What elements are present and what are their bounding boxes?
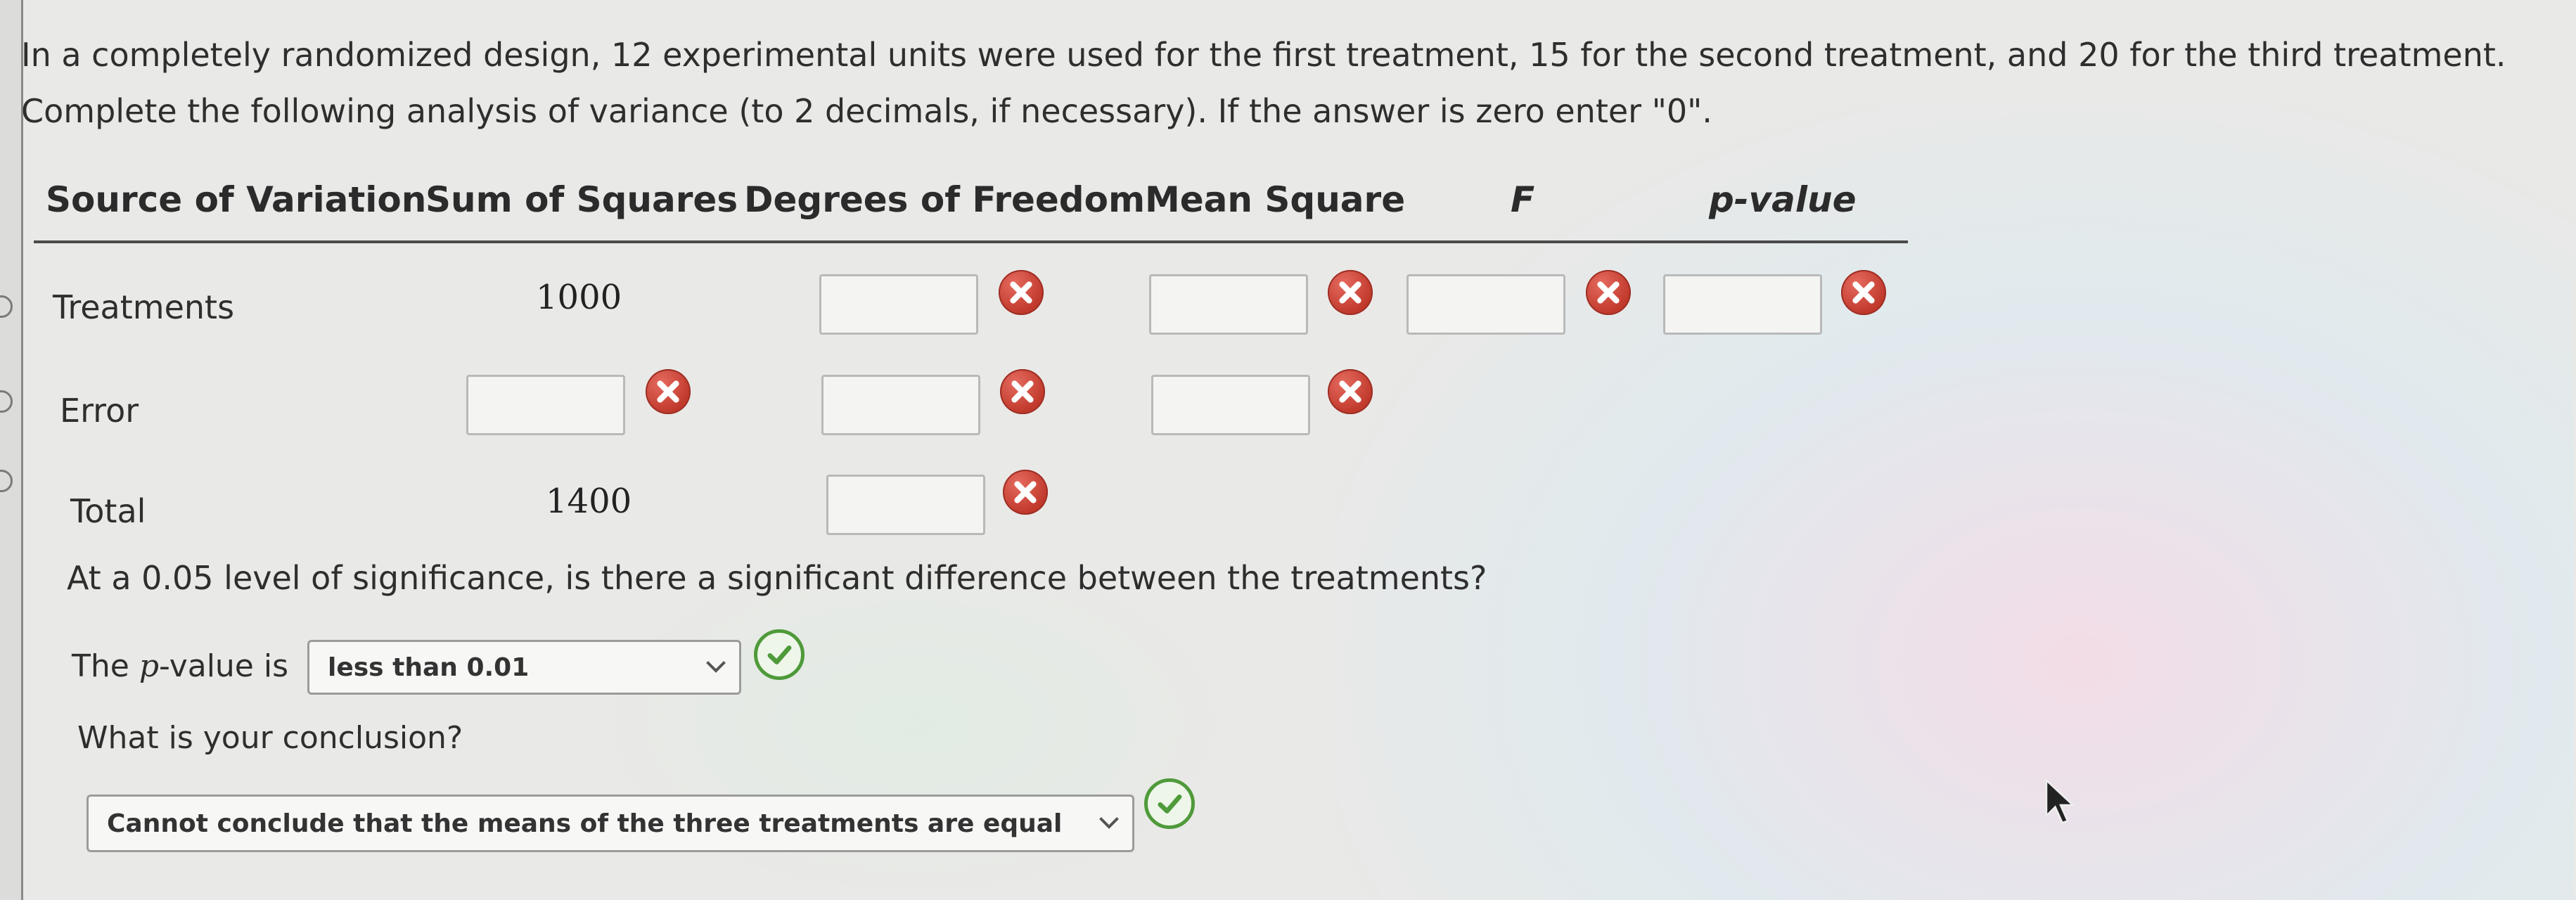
error-ss-input[interactable]	[466, 375, 625, 435]
check-icon	[754, 629, 805, 680]
header-source: Source of Variation	[46, 179, 427, 220]
treatments-ss-value: 1000	[536, 278, 622, 317]
p-value-label-suffix: -value is	[159, 648, 289, 684]
x-icon	[1328, 270, 1373, 315]
x-icon	[1003, 470, 1048, 515]
header-p-value: p-value	[1709, 179, 1857, 220]
treatments-df-input[interactable]	[819, 274, 978, 335]
question-line-2: Complete the following analysis of varia…	[21, 92, 1712, 130]
header-f: F	[1511, 179, 1535, 220]
header-sum-of-squares: Sum of Squares	[425, 179, 738, 220]
x-icon	[1000, 369, 1045, 414]
x-icon	[999, 270, 1044, 315]
error-df-input[interactable]	[821, 375, 980, 435]
treatments-p-value-input[interactable]	[1663, 274, 1822, 335]
conclusion-question: What is your conclusion?	[77, 720, 463, 756]
chevron-down-icon	[1099, 817, 1119, 829]
check-icon	[1144, 778, 1195, 829]
question-line-1: In a completely randomized design, 12 ex…	[21, 36, 2506, 74]
p-value-dropdown[interactable]: less than 0.01	[307, 640, 741, 695]
x-icon	[1586, 270, 1631, 315]
p-value-label-prefix: The	[72, 648, 139, 684]
p-value-label-var: p	[139, 648, 159, 684]
radio-marker-icon	[0, 295, 13, 318]
row-label-treatments: Treatments	[53, 288, 235, 326]
header-mean-square: Mean Square	[1145, 179, 1406, 220]
conclusion-selected: Cannot conclude that the means of the th…	[107, 809, 1063, 838]
total-df-input[interactable]	[826, 475, 985, 535]
significance-question: At a 0.05 level of significance, is ther…	[67, 559, 1487, 597]
mouse-cursor-icon	[2045, 778, 2075, 824]
treatments-f-input[interactable]	[1406, 274, 1565, 335]
p-value-label: The p-value is	[72, 648, 288, 684]
radio-marker-icon	[0, 470, 13, 492]
radio-marker-icon	[0, 390, 13, 413]
p-value-selected: less than 0.01	[328, 652, 530, 682]
header-divider	[34, 240, 1908, 243]
treatments-ms-input[interactable]	[1149, 274, 1308, 335]
header-degrees-of-freedom: Degrees of Freedom	[744, 179, 1146, 220]
chevron-down-icon	[706, 661, 726, 673]
error-ms-input[interactable]	[1151, 375, 1310, 435]
row-label-error: Error	[60, 392, 139, 430]
total-ss-value: 1400	[546, 482, 632, 521]
x-icon	[1328, 369, 1373, 414]
page-left-border	[0, 0, 23, 900]
x-icon	[646, 369, 691, 414]
conclusion-dropdown[interactable]: Cannot conclude that the means of the th…	[86, 795, 1134, 852]
x-icon	[1841, 270, 1886, 315]
question-text: In a completely randomized design, 12 ex…	[21, 27, 2567, 139]
row-label-total: Total	[70, 492, 146, 530]
